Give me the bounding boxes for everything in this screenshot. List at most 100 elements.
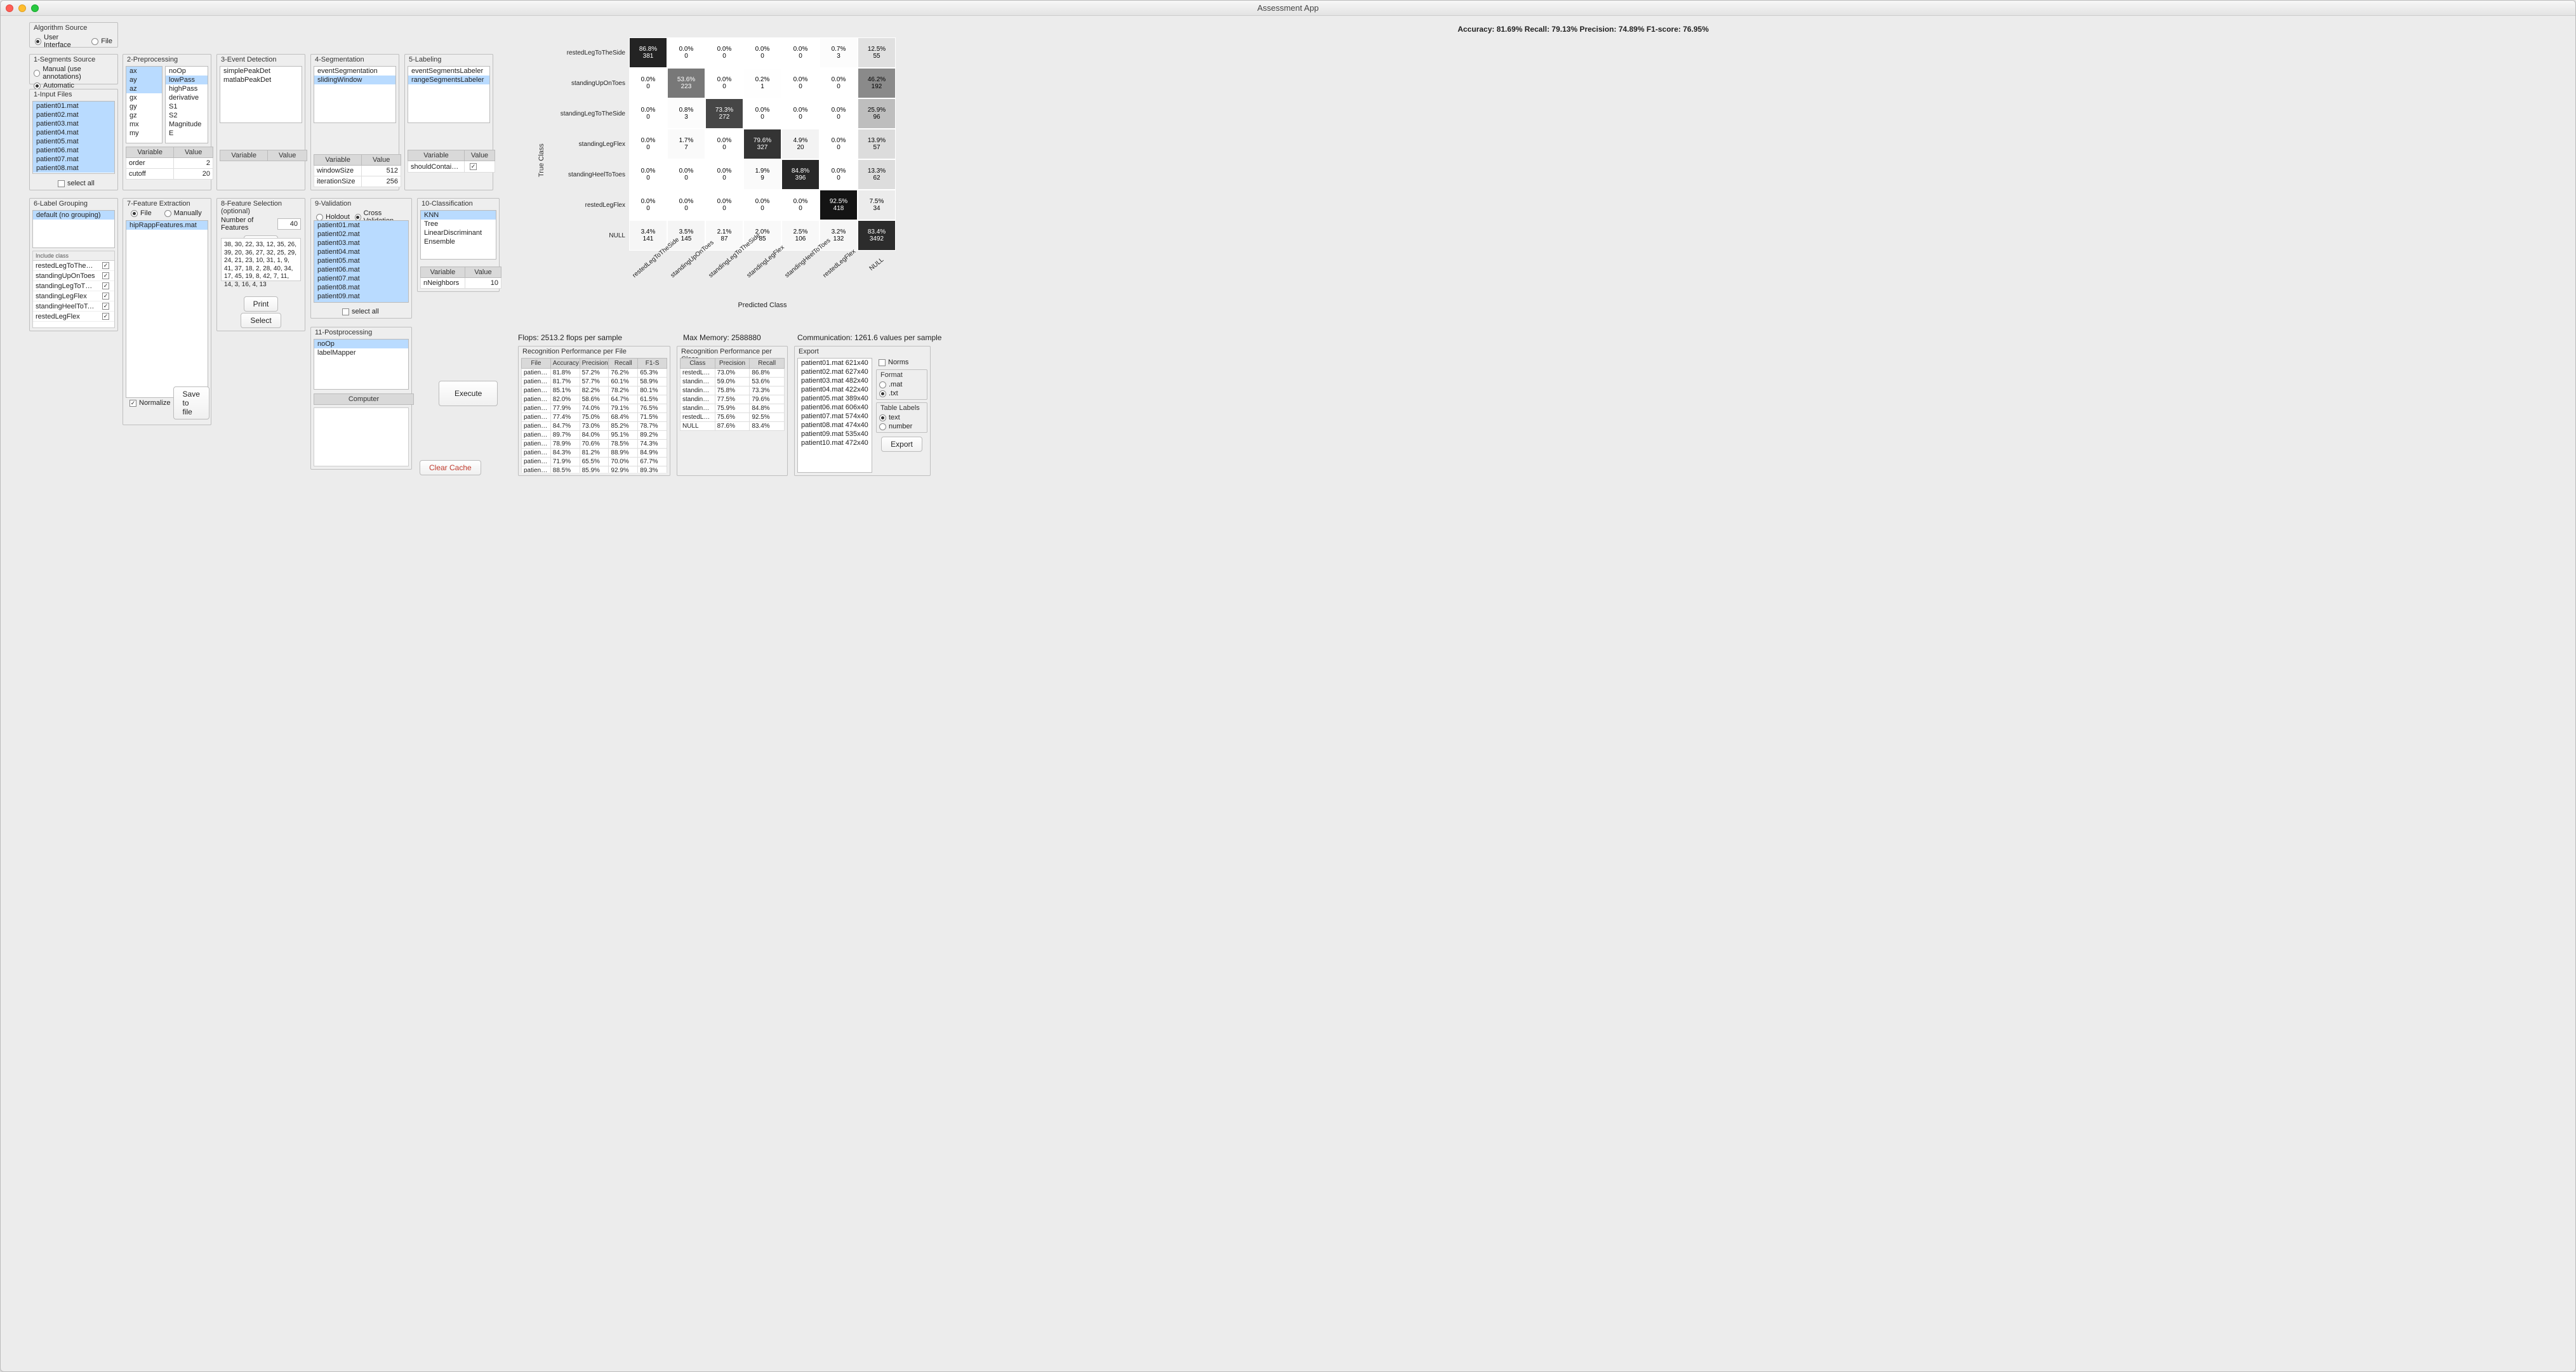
list-item[interactable]: LinearDiscriminant bbox=[421, 228, 496, 237]
export-list[interactable]: patient01.mat 621x40patient02.mat 627x40… bbox=[797, 358, 872, 473]
checkbox-should-contain[interactable] bbox=[467, 162, 492, 171]
list-item[interactable]: default (no grouping) bbox=[33, 211, 114, 220]
num-features-input[interactable]: 40 bbox=[277, 218, 301, 230]
list-item[interactable]: hipRappFeatures.mat bbox=[126, 221, 208, 230]
list-item[interactable]: patient09.mat 535x40 bbox=[798, 430, 872, 439]
list-item[interactable]: ax bbox=[126, 67, 162, 76]
validation-files-list[interactable]: patient01.matpatient02.matpatient03.matp… bbox=[314, 220, 409, 303]
checkbox-include-class[interactable] bbox=[100, 282, 112, 290]
event-detection-params-table[interactable]: VariableValue bbox=[220, 150, 307, 161]
radio-manual[interactable]: Manual (use annotations) bbox=[30, 65, 117, 81]
perf-file-table[interactable]: FileAccuracyPrecisionRecallF1-Spatient01… bbox=[521, 358, 667, 473]
feature-file-list[interactable]: hipRappFeatures.mat bbox=[126, 220, 208, 398]
list-item[interactable]: patient01.mat bbox=[33, 102, 114, 110]
select-button[interactable]: Select bbox=[241, 313, 281, 328]
list-item[interactable]: Magnitude bbox=[166, 120, 208, 129]
list-item[interactable]: patient07.mat 574x40 bbox=[798, 412, 872, 421]
list-item[interactable]: patient04.mat bbox=[314, 247, 408, 256]
list-item[interactable]: ay bbox=[126, 76, 162, 84]
list-item[interactable]: rangeSegmentsLabeler bbox=[408, 76, 489, 84]
print-button[interactable]: Print bbox=[244, 296, 279, 312]
list-item[interactable]: KNN bbox=[421, 211, 496, 220]
list-item[interactable]: lowPass bbox=[166, 76, 208, 84]
list-item[interactable]: highPass bbox=[166, 84, 208, 93]
radio-fe-manual[interactable]: Manually bbox=[162, 209, 204, 218]
list-item[interactable]: slidingWindow bbox=[314, 76, 395, 84]
list-item[interactable]: gx bbox=[126, 93, 162, 102]
checkbox-include-class[interactable] bbox=[100, 272, 112, 280]
labeling-params-table[interactable]: VariableValue shouldContainEnt… bbox=[408, 150, 495, 173]
list-item[interactable]: labelMapper bbox=[314, 348, 408, 357]
list-item[interactable]: patient10.mat 472x40 bbox=[798, 439, 872, 447]
list-item[interactable]: patient02.mat 627x40 bbox=[798, 367, 872, 376]
list-item[interactable]: patient05.mat 389x40 bbox=[798, 394, 872, 403]
list-item[interactable]: patient05.mat bbox=[33, 137, 114, 146]
save-to-file-button[interactable]: Save to file bbox=[173, 386, 209, 419]
checkbox-select-all-validation[interactable]: select all bbox=[340, 307, 382, 316]
list-item[interactable]: patient03.mat bbox=[314, 239, 408, 247]
list-item[interactable]: patient03.mat bbox=[33, 119, 114, 128]
list-item[interactable]: Tree bbox=[421, 220, 496, 228]
list-item[interactable]: patient05.mat bbox=[314, 256, 408, 265]
checkbox-include-class[interactable] bbox=[100, 261, 112, 270]
list-item[interactable]: patient08.mat bbox=[33, 164, 114, 173]
list-item[interactable]: eventSegmentsLabeler bbox=[408, 67, 489, 76]
radio-ui[interactable]: User Interface bbox=[32, 33, 85, 49]
segmentation-params-table[interactable]: VariableValue windowSize512iterationSize… bbox=[314, 154, 401, 187]
radio-file[interactable]: File bbox=[89, 33, 115, 49]
checkbox-include-class[interactable] bbox=[100, 292, 112, 300]
list-item[interactable]: gy bbox=[126, 102, 162, 111]
list-item[interactable]: simplePeakDet bbox=[220, 67, 302, 76]
event-detection-list[interactable]: simplePeakDetmatlabPeakDet bbox=[220, 66, 302, 123]
checkbox-normalize[interactable]: Normalize bbox=[127, 399, 173, 407]
export-button[interactable]: Export bbox=[881, 437, 922, 452]
list-item[interactable]: patient02.mat bbox=[33, 110, 114, 119]
clear-cache-button[interactable]: Clear Cache bbox=[420, 460, 481, 475]
list-item[interactable]: Ensemble bbox=[421, 237, 496, 246]
list-item[interactable]: patient07.mat bbox=[33, 155, 114, 164]
postprocessing-computers-table[interactable]: Computer bbox=[314, 393, 414, 405]
list-item[interactable]: patient04.mat bbox=[33, 128, 114, 137]
list-item[interactable]: patient09.mat bbox=[314, 292, 408, 301]
labeling-list[interactable]: eventSegmentsLabelerrangeSegmentsLabeler bbox=[408, 66, 490, 123]
checkbox-include-class[interactable] bbox=[100, 312, 112, 320]
list-item[interactable]: noOp bbox=[314, 340, 408, 348]
list-item[interactable]: E bbox=[166, 129, 208, 138]
list-item[interactable]: matlabPeakDet bbox=[220, 76, 302, 84]
list-item[interactable]: noOp bbox=[166, 67, 208, 76]
list-item[interactable]: S1 bbox=[166, 102, 208, 111]
list-item[interactable]: patient07.mat bbox=[314, 274, 408, 283]
list-item[interactable]: my bbox=[126, 129, 162, 138]
checkbox-norms[interactable]: Norms bbox=[876, 358, 927, 367]
list-item[interactable]: az bbox=[126, 84, 162, 93]
list-item[interactable]: patient06.mat bbox=[314, 265, 408, 274]
list-item[interactable]: patient06.mat 606x40 bbox=[798, 403, 872, 412]
execute-button[interactable]: Execute bbox=[439, 381, 498, 406]
radio-fe-file[interactable]: File bbox=[128, 209, 154, 218]
list-item[interactable]: patient08.mat 474x40 bbox=[798, 421, 872, 430]
list-item[interactable]: patient08.mat bbox=[314, 283, 408, 292]
label-grouping-list[interactable]: default (no grouping) bbox=[32, 210, 115, 248]
list-item[interactable]: patient02.mat bbox=[314, 230, 408, 239]
postprocessing-list[interactable]: noOplabelMapper bbox=[314, 339, 409, 390]
classification-list[interactable]: KNNTreeLinearDiscriminantEnsemble bbox=[420, 210, 496, 260]
preprocessing-ops-list[interactable]: noOplowPasshighPassderivativeS1S2Magnitu… bbox=[165, 66, 208, 143]
radio-format-mat[interactable]: .mat bbox=[877, 380, 927, 389]
perf-class-table[interactable]: ClassPrecisionRecallrestedLegToTh…73.0%8… bbox=[680, 358, 785, 431]
list-item[interactable]: patient04.mat 422x40 bbox=[798, 385, 872, 394]
list-item[interactable]: gz bbox=[126, 111, 162, 120]
checkbox-select-all-input[interactable]: select all bbox=[55, 179, 97, 188]
radio-labels-text[interactable]: text bbox=[877, 413, 927, 422]
list-item[interactable]: mx bbox=[126, 120, 162, 129]
list-item[interactable]: patient01.mat 621x40 bbox=[798, 359, 872, 367]
checkbox-include-class[interactable] bbox=[100, 302, 112, 310]
segmentation-list[interactable]: eventSegmentationslidingWindow bbox=[314, 66, 396, 123]
list-item[interactable]: S2 bbox=[166, 111, 208, 120]
list-item[interactable]: patient01.mat bbox=[314, 221, 408, 230]
list-item[interactable]: eventSegmentation bbox=[314, 67, 395, 76]
list-item[interactable]: patient06.mat bbox=[33, 146, 114, 155]
preprocessing-params-table[interactable]: VariableValue order2cutoff20 bbox=[126, 147, 213, 180]
classification-params-table[interactable]: VariableValue nNeighbors10 bbox=[420, 267, 501, 289]
list-item[interactable]: patient10.mat bbox=[314, 301, 408, 303]
radio-labels-number[interactable]: number bbox=[877, 422, 927, 431]
